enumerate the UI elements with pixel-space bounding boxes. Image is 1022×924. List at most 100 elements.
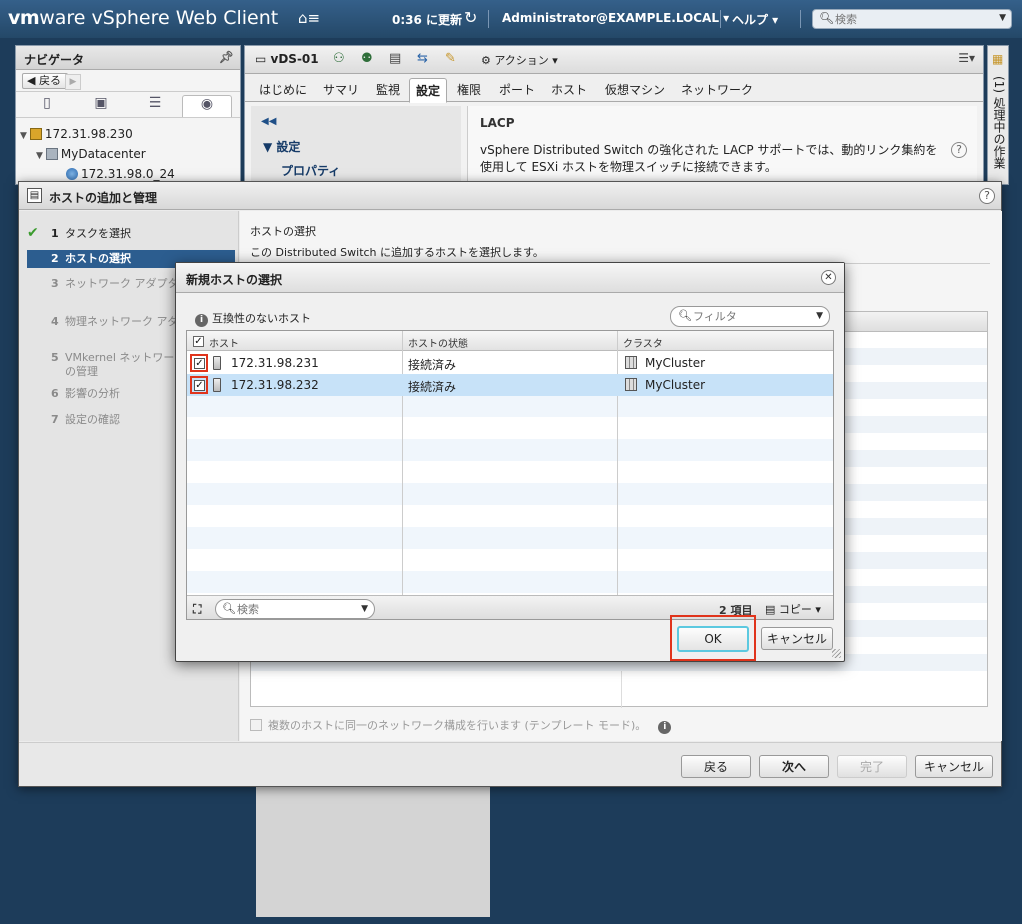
dialog-title-bar: 新規ホストの選択 ✕ <box>176 263 844 293</box>
wizard-cancel-button[interactable]: キャンセル <box>915 755 993 778</box>
dialog-cancel-button[interactable]: キャンセル <box>761 627 833 650</box>
template-mode-option: 複数のホストに同一のネットワーク構成を行います (テンプレート モード)。 i <box>250 717 672 734</box>
storage-tab-icon[interactable]: ☰ <box>130 95 180 117</box>
column-header-cluster[interactable]: クラスタ <box>623 335 663 350</box>
selection-highlight: ✓ <box>190 354 208 372</box>
chevron-down-icon[interactable]: ▼ <box>999 13 1006 23</box>
select-all-checkbox[interactable]: ✓ <box>193 336 204 347</box>
cluster-name: MyCluster <box>645 378 706 392</box>
background-panel <box>256 787 490 917</box>
tab-configure[interactable]: 設定 <box>409 78 448 103</box>
filter-input[interactable] <box>693 309 803 324</box>
select-new-hosts-dialog: 新規ホストの選択 ✕ i互換性のないホスト 🔍︎ ▼ ✓ ホスト ホストの状態 … <box>175 262 845 662</box>
global-search[interactable]: 🔍︎ ▼ <box>812 9 1012 29</box>
datacenter-icon <box>45 148 58 160</box>
object-tabs: はじめに サマリ 監視 設定 権限 ポート ホスト 仮想マシン ネットワーク <box>245 74 983 103</box>
refresh-icon[interactable]: ↻ <box>464 8 477 27</box>
config-section-settings[interactable]: ▼ 設定 <box>263 138 300 155</box>
tab-monitor[interactable]: 監視 <box>376 81 400 98</box>
tab-hosts[interactable]: ホスト <box>551 81 587 98</box>
filter-box[interactable]: 🔍︎ ▼ <box>670 306 830 327</box>
tab-networks[interactable]: ネットワーク <box>681 81 753 98</box>
migrate-network-icon[interactable]: ⇆ <box>417 51 428 66</box>
tab-ports[interactable]: ポート <box>499 81 535 98</box>
recent-tasks-strip[interactable]: ▦ (1) 処理中の作業 <box>987 45 1009 185</box>
next-button[interactable]: 次へ <box>759 755 829 778</box>
binoculars-icon[interactable]: ⛶ <box>193 602 201 617</box>
tab-permissions[interactable]: 権限 <box>457 81 481 98</box>
navigator-history: ◀ 戻る ▶ <box>16 70 240 92</box>
info-icon[interactable]: i <box>658 721 672 734</box>
table-row[interactable]: ✓ 172.31.98.232 接続済み MyCluster <box>187 374 833 396</box>
actions-menu[interactable]: ⚙ アクション ▾ <box>481 52 558 68</box>
grid-row <box>187 439 833 461</box>
host-state: 接続済み <box>408 358 457 372</box>
help-icon[interactable]: ? <box>979 188 995 204</box>
tree-item-vcenter[interactable]: ▼ 172.31.98.230 <box>20 127 133 141</box>
grid-search-input[interactable] <box>237 602 347 616</box>
lacp-title: LACP <box>480 116 515 130</box>
selection-highlight: ✓ <box>190 376 208 394</box>
collapse-sidebar-icon[interactable]: ◀◀ <box>261 116 276 127</box>
vcenter-icon <box>29 128 42 140</box>
host-name: 172.31.98.231 <box>231 356 319 370</box>
top-header: vmware vSphere Web Client ⌂≡ 0:36 に更新 ↻ … <box>0 0 1022 38</box>
hosts-grid: ✓ ホスト ホストの状態 クラスタ ✓ 172.31.98.231 接続済み M… <box>186 330 834 620</box>
row-checkbox[interactable]: ✓ <box>194 358 205 369</box>
tree-item-portgroup[interactable]: 172.31.98.0_24 <box>66 167 175 181</box>
table-row[interactable]: ✓ 172.31.98.231 接続済み MyCluster <box>187 352 833 374</box>
grid-row <box>187 527 833 549</box>
navigator-back-button[interactable]: ◀ 戻る <box>22 73 68 89</box>
chevron-down-icon[interactable]: ▼ <box>361 604 368 614</box>
home-menu-icon[interactable]: ⌂≡ <box>298 9 320 27</box>
page-heading: ホストの選択 <box>250 225 316 238</box>
wizard-footer: 戻る 次へ 完了 キャンセル <box>19 742 1001 786</box>
tree-item-datacenter[interactable]: ▼ MyDatacenter <box>36 147 146 161</box>
wizard-title: ホストの追加と管理 <box>49 191 158 205</box>
copy-menu[interactable]: ▤ コピー ▾ <box>765 601 821 617</box>
tab-vms[interactable]: 仮想マシン <box>605 81 665 98</box>
manage-portgroups-icon[interactable]: ▤ <box>389 51 401 66</box>
column-header-state[interactable]: ホストの状態 <box>408 335 468 350</box>
dialog-title: 新規ホストの選択 <box>186 273 283 287</box>
grid-search-box[interactable]: 🔍︎ ▼ <box>215 599 375 619</box>
header-divider <box>488 10 489 28</box>
tab-summary[interactable]: サマリ <box>323 81 359 98</box>
lacp-panel: LACP vSphere Distributed Switch の強化された L… <box>467 106 977 186</box>
vms-templates-tab-icon[interactable]: ▣ <box>76 95 126 117</box>
cluster-icon <box>625 378 637 391</box>
host-icon <box>213 378 221 392</box>
user-menu[interactable]: Administrator@EXAMPLE.LOCAL ▾ <box>502 11 729 25</box>
navigator-forward-button[interactable]: ▶ <box>64 74 81 90</box>
help-icon[interactable]: ? <box>951 142 967 158</box>
tab-getting-started[interactable]: はじめに <box>259 81 307 98</box>
grid-row <box>187 571 833 593</box>
help-menu[interactable]: ヘルプ ▾ <box>732 11 778 28</box>
global-search-input[interactable] <box>835 11 995 27</box>
work-in-progress-icon: ▦ <box>992 52 1004 66</box>
config-item-properties[interactable]: プロパティ <box>281 162 340 179</box>
close-icon[interactable]: ✕ <box>821 270 836 285</box>
row-checkbox[interactable]: ✓ <box>194 380 205 391</box>
add-hosts-icon[interactable]: ⚇ <box>333 51 345 66</box>
template-mode-checkbox[interactable] <box>250 719 262 731</box>
column-header-host[interactable]: ホスト <box>209 335 239 350</box>
object-workspace: ▭ vDS-01 ⚇ ⚉ ▤ ⇆ ✎ ⚙ アクション ▾ ☰▾ はじめに サマリ… <box>244 45 984 186</box>
pin-icon[interactable]: 📌︎ <box>219 50 234 64</box>
configure-sidebar: ◀◀ ▼ 設定 プロパティ <box>251 106 461 186</box>
networking-tab-icon[interactable]: ◉ <box>182 95 232 117</box>
panel-menu-icon[interactable]: ☰▾ <box>958 51 975 65</box>
check-icon: ✔ <box>27 225 39 241</box>
chevron-down-icon[interactable]: ▼ <box>816 311 823 321</box>
back-button[interactable]: 戻る <box>681 755 751 778</box>
hosts-clusters-tab-icon[interactable]: ▯ <box>22 95 72 117</box>
portgroup-icon <box>66 168 78 180</box>
ok-button[interactable]: OK <box>677 626 749 652</box>
edit-settings-icon[interactable]: ✎ <box>445 51 456 66</box>
incompatible-hosts-link[interactable]: i 互換性のないホスト <box>195 310 311 327</box>
object-toolbar: ▭ vDS-01 ⚇ ⚉ ▤ ⇆ ✎ ⚙ アクション ▾ ☰▾ <box>245 46 983 74</box>
new-portgroup-icon[interactable]: ⚉ <box>361 51 373 66</box>
last-update-time: 0:36 に更新 <box>392 13 463 27</box>
lacp-description: vSphere Distributed Switch の強化された LACP サ… <box>480 143 938 174</box>
resize-grip[interactable] <box>832 649 841 658</box>
